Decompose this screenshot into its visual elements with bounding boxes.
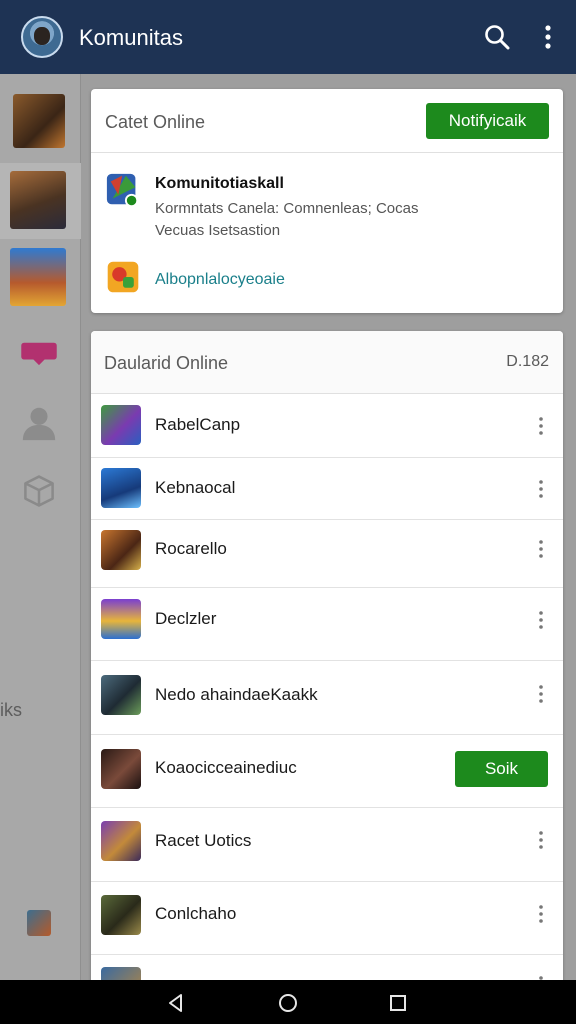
sidebar-thumb-2[interactable] xyxy=(10,171,66,229)
notifications-header: Catet Online Notifyicaik xyxy=(91,89,563,153)
list-item[interactable]: RabelCanp xyxy=(91,394,563,458)
sidebar-thumb-small[interactable] xyxy=(27,910,51,936)
notifications-card: Catet Online Notifyicaik Komunitotiaskal… xyxy=(91,89,563,313)
game-avatar xyxy=(101,749,141,789)
cube-icon[interactable] xyxy=(22,474,56,508)
more-vert-icon[interactable] xyxy=(535,479,547,499)
home-icon[interactable] xyxy=(277,992,299,1014)
app-badge-icon xyxy=(106,173,139,208)
puzzle-icon xyxy=(107,261,139,293)
notifications-header-label: Catet Online xyxy=(105,112,206,132)
list-item-action-button[interactable]: Soik xyxy=(455,751,548,787)
game-avatar xyxy=(101,895,141,935)
more-vert-icon[interactable] xyxy=(535,830,547,850)
list-item[interactable]: Kebnaocal xyxy=(91,458,563,520)
list-item-name: Rocarello xyxy=(155,539,227,558)
online-count: D.182 xyxy=(506,353,549,370)
page-title: Komunitas xyxy=(79,25,183,50)
game-avatar xyxy=(101,405,141,445)
back-icon[interactable] xyxy=(165,992,187,1014)
more-vert-icon[interactable] xyxy=(535,416,547,436)
avatar[interactable] xyxy=(21,16,63,58)
list-item[interactable]: Conlchaho xyxy=(91,882,563,955)
recents-icon[interactable] xyxy=(387,992,409,1014)
search-icon[interactable] xyxy=(484,24,510,50)
game-avatar xyxy=(101,530,141,570)
person-icon[interactable] xyxy=(20,404,58,442)
notification-link[interactable]: Albopnlalocyeoaie xyxy=(155,271,285,289)
game-avatar xyxy=(101,821,141,861)
more-vert-icon[interactable] xyxy=(535,610,547,630)
notifications-button[interactable]: Notifyicaik xyxy=(426,103,549,139)
list-item-name: Conlchaho xyxy=(155,904,237,923)
list-item[interactable]: Koaocicceainediuc Soik xyxy=(91,735,563,808)
list-item[interactable]: Rocarello xyxy=(91,520,563,588)
list-item-name: Kebnaocal xyxy=(155,478,236,497)
list-item-name: Nedo ahaindaeKaakk xyxy=(155,685,318,704)
game-avatar xyxy=(101,468,141,508)
more-vert-icon[interactable] xyxy=(536,24,560,50)
online-list-header: Daularid Online D.182 xyxy=(91,331,563,394)
list-item-name: Declzler xyxy=(155,609,217,628)
sidebar: iks xyxy=(0,74,81,980)
notification-subtitle: Kormntats Canela: Comnenleas; Cocas xyxy=(155,200,419,217)
list-item[interactable]: Racet Uotics xyxy=(91,808,563,882)
list-item-name: Racet Uotics xyxy=(155,831,252,850)
sidebar-caption: iks xyxy=(0,700,22,720)
app-bar: Komunitas xyxy=(0,0,576,74)
system-nav-bar xyxy=(0,980,576,1024)
sidebar-thumb-1[interactable] xyxy=(13,94,65,148)
sidebar-thumb-3[interactable] xyxy=(10,248,66,306)
online-list-card: Daularid Online D.182 RabelCanp Kebnaoca… xyxy=(91,331,563,991)
chat-icon[interactable] xyxy=(20,339,58,367)
game-avatar xyxy=(101,675,141,715)
notification-detail: Vecuas Isetsastion xyxy=(155,222,281,239)
notification-title[interactable]: Komunitotiaskall xyxy=(155,175,284,193)
online-list-header-label: Daularid Online xyxy=(104,353,229,373)
game-avatar xyxy=(101,599,141,639)
more-vert-icon[interactable] xyxy=(535,904,547,924)
list-item-name: RabelCanp xyxy=(155,415,241,434)
more-vert-icon[interactable] xyxy=(535,539,547,559)
more-vert-icon[interactable] xyxy=(535,684,547,704)
list-item[interactable]: Nedo ahaindaeKaakk xyxy=(91,661,563,735)
list-item[interactable]: Declzler xyxy=(91,588,563,661)
list-item-name: Koaocicceainediuc xyxy=(155,758,297,777)
